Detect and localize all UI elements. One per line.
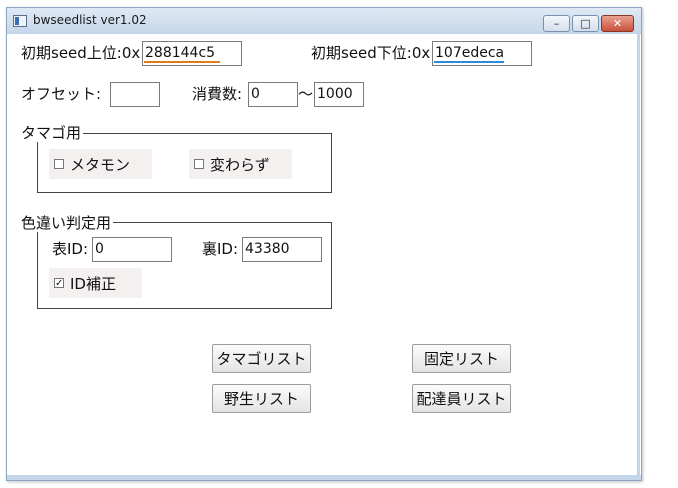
sid-value: 43380 <box>245 241 290 257</box>
consume-to-input[interactable]: 1000 <box>314 82 364 107</box>
delivery-list-button-label: 配達員リスト <box>416 390 507 408</box>
minimize-icon: – <box>553 17 560 30</box>
seed-lower-underline <box>434 61 504 63</box>
egg-list-button[interactable]: タマゴリスト <box>212 344 311 373</box>
sid-label: 裏ID: <box>202 240 239 258</box>
sid-input[interactable]: 43380 <box>242 237 322 262</box>
window-bottom-border <box>7 475 641 480</box>
wild-list-button-label: 野生リスト <box>223 390 299 408</box>
tid-input[interactable]: 0 <box>92 237 172 262</box>
everstone-checkbox-box[interactable] <box>194 159 204 169</box>
close-button[interactable]: ✕ <box>601 15 634 32</box>
ditto-checkbox-box[interactable] <box>54 159 64 169</box>
egg-group-title: タマゴ用 <box>21 124 84 142</box>
seed-lower-value: 107edeca <box>435 45 505 61</box>
wild-list-button[interactable]: 野生リスト <box>212 384 311 413</box>
window-title: bwseedlist ver1.02 <box>33 13 147 27</box>
delivery-list-button[interactable]: 配達員リスト <box>412 384 511 413</box>
tid-value: 0 <box>95 241 104 257</box>
consume-label: 消費数: <box>192 85 243 103</box>
id-fix-checkbox[interactable]: ✓ ID補正 <box>49 268 142 298</box>
seed-upper-value: 288144c5 <box>145 45 216 61</box>
maximize-icon: □ <box>580 17 591 30</box>
egg-list-button-label: タマゴリスト <box>216 350 307 368</box>
ditto-label: メタモン <box>70 155 131 174</box>
id-fix-checkbox-box[interactable]: ✓ <box>54 278 64 289</box>
fixed-list-button[interactable]: 固定リスト <box>412 344 511 373</box>
close-icon: ✕ <box>612 17 623 30</box>
everstone-label: 変わらず <box>210 155 270 174</box>
id-fix-label: ID補正 <box>70 274 116 293</box>
consume-range-separator: 〜 <box>298 85 314 103</box>
seed-upper-underline <box>144 61 220 63</box>
maximize-button[interactable]: □ <box>572 15 599 32</box>
tid-label: 表ID: <box>52 240 89 258</box>
ditto-checkbox[interactable]: メタモン <box>49 149 152 179</box>
offset-label: オフセット: <box>21 85 102 103</box>
app-icon <box>13 15 27 27</box>
consume-from-value: 0 <box>251 86 260 102</box>
everstone-checkbox[interactable]: 変わらず <box>189 149 292 179</box>
minimize-button[interactable]: – <box>543 15 570 32</box>
offset-input[interactable] <box>110 82 160 107</box>
seed-upper-label: 初期seed上位:0x <box>21 44 141 62</box>
fixed-list-button-label: 固定リスト <box>423 350 499 368</box>
window-right-border <box>637 34 640 475</box>
consume-to-value: 1000 <box>317 86 353 102</box>
seed-lower-label: 初期seed下位:0x <box>311 44 431 62</box>
consume-from-input[interactable]: 0 <box>248 82 298 107</box>
shiny-group-title: 色違い判定用 <box>21 214 114 232</box>
